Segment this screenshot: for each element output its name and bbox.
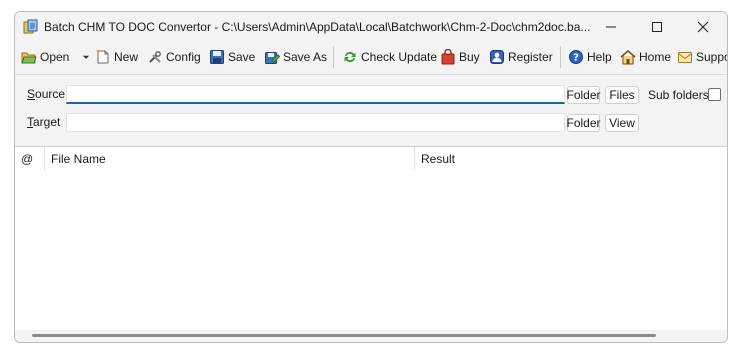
new-file-icon — [96, 49, 109, 64]
target-view-button[interactable]: View — [605, 114, 639, 132]
refresh-icon — [344, 51, 356, 63]
tools-icon — [149, 51, 161, 63]
horizontal-scrollbar[interactable] — [15, 330, 727, 342]
config-button[interactable]: Config — [147, 47, 201, 67]
home-label: Home — [639, 50, 672, 64]
close-button[interactable] — [680, 12, 726, 42]
check-update-button[interactable]: Check Update — [342, 47, 437, 67]
home-icon — [620, 50, 636, 65]
help-icon: ? — [569, 50, 583, 64]
app-icon — [23, 19, 38, 34]
title-bar[interactable]: Batch CHM TO DOC Convertor - C:\Users\Ad… — [15, 12, 727, 42]
register-button[interactable]: Register — [489, 47, 553, 67]
support-button[interactable]: Suppo — [677, 47, 728, 67]
register-label: Register — [508, 50, 553, 64]
check-update-label: Check Update — [361, 50, 438, 64]
source-input[interactable] — [66, 85, 565, 104]
app-window: Batch CHM TO DOC Convertor - C:\Users\Ad… — [14, 11, 728, 343]
buy-label: Buy — [459, 50, 480, 64]
new-label: New — [114, 50, 139, 64]
column-header-result[interactable]: Result — [415, 147, 727, 171]
svg-text:?: ? — [573, 53, 579, 64]
subfolders-label: Sub folders — [648, 88, 709, 102]
maximize-button[interactable] — [634, 12, 680, 42]
file-list[interactable]: @ File Name Result — [15, 146, 727, 333]
window-title: Batch CHM TO DOC Convertor - C:\Users\Ad… — [44, 20, 591, 34]
chevron-down-icon — [82, 55, 90, 59]
help-label: Help — [587, 50, 612, 64]
home-button[interactable]: Home — [620, 47, 671, 67]
save-as-label: Save As — [283, 50, 328, 64]
save-button[interactable]: Save — [209, 47, 255, 67]
target-label: Target — [27, 115, 61, 129]
target-folder-button[interactable]: Folder — [567, 114, 601, 132]
toolbar-separator — [560, 46, 561, 68]
shopping-bag-icon — [441, 49, 455, 65]
source-folder-button[interactable]: Folder — [567, 86, 601, 104]
support-icon — [678, 52, 692, 63]
support-label: Suppo — [696, 50, 728, 64]
toolbar: Open New Config Save Save As Check Updat… — [15, 43, 727, 71]
help-button[interactable]: ? Help — [568, 47, 612, 67]
subfolders-checkbox[interactable] — [708, 88, 721, 101]
save-as-button[interactable]: Save As — [264, 47, 327, 67]
config-label: Config — [166, 50, 201, 64]
open-label: Open — [40, 50, 70, 64]
floppy-disk-icon — [210, 50, 224, 64]
column-header-at[interactable]: @ — [15, 147, 45, 171]
buy-button[interactable]: Buy — [440, 47, 480, 67]
save-as-icon — [265, 52, 280, 64]
source-label: Source — [27, 87, 66, 101]
save-label: Save — [228, 50, 256, 64]
close-icon — [697, 21, 709, 33]
open-folder-icon — [21, 52, 37, 64]
target-input[interactable] — [66, 113, 565, 132]
scrollbar-thumb[interactable] — [32, 334, 656, 337]
open-dropdown-button[interactable] — [81, 47, 91, 67]
minimize-icon — [606, 26, 616, 28]
register-icon — [490, 50, 504, 64]
minimize-button[interactable] — [588, 12, 634, 42]
source-files-button[interactable]: Files — [605, 86, 639, 104]
toolbar-separator — [333, 46, 334, 68]
source-target-panel: Source Folder Files Sub folders Target F… — [15, 74, 727, 147]
column-header-file-name[interactable]: File Name — [45, 147, 415, 171]
maximize-icon — [652, 22, 662, 32]
new-button[interactable]: New — [95, 47, 138, 67]
open-button[interactable]: Open — [21, 47, 69, 67]
